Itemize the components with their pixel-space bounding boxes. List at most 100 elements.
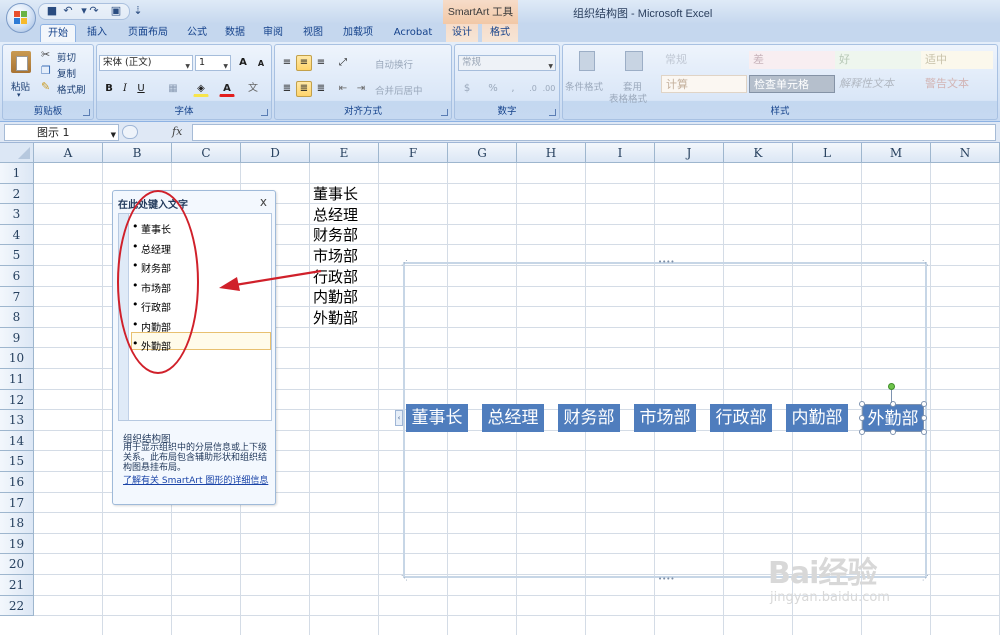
row-header-4[interactable]: 4 (0, 224, 34, 246)
cell-e2[interactable]: 董事长 (313, 184, 358, 204)
wrap-text-button[interactable]: 自动换行 (375, 57, 413, 71)
alignment-launcher-icon[interactable] (441, 109, 448, 116)
column-header-e[interactable]: E (310, 143, 379, 163)
resize-handle[interactable] (859, 415, 865, 421)
copy-button[interactable]: 复制 (57, 66, 76, 80)
smartart-node[interactable]: 董事长 (406, 404, 468, 432)
fill-color-icon[interactable]: ◈ (193, 81, 209, 97)
align-right-icon[interactable]: ≣ (313, 81, 329, 97)
column-header-f[interactable]: F (379, 143, 448, 163)
tab-insert[interactable]: 插入 (80, 24, 114, 42)
resize-handle[interactable] (921, 429, 927, 435)
row-header-19[interactable]: 19 (0, 533, 34, 555)
row-header-17[interactable]: 17 (0, 492, 34, 514)
office-button[interactable] (6, 3, 36, 33)
rotation-handle[interactable] (888, 383, 895, 390)
increase-decimal-icon[interactable]: .0 (525, 81, 541, 97)
smartart-node[interactable]: 行政部 (710, 404, 772, 432)
row-header-5[interactable]: 5 (0, 245, 34, 266)
comma-icon[interactable]: , (505, 81, 521, 97)
italic-button[interactable]: I (117, 81, 133, 97)
style-bad[interactable]: 差 (749, 51, 835, 69)
row-header-8[interactable]: 8 (0, 307, 34, 328)
row-header-7[interactable]: 7 (0, 286, 34, 308)
resize-handle[interactable] (890, 429, 896, 435)
format-painter-button[interactable]: 格式刷 (57, 82, 86, 96)
smartart-node[interactable]: 总经理 (482, 404, 544, 432)
row-header-10[interactable]: 10 (0, 348, 34, 369)
underline-button[interactable]: U (133, 81, 149, 97)
tab-design[interactable]: 设计 (446, 24, 478, 42)
column-header-h[interactable]: H (517, 143, 586, 163)
select-all-button[interactable] (0, 143, 34, 163)
undo-icon[interactable]: ↶ (62, 5, 74, 17)
smartart-node[interactable]: 财务部 (558, 404, 620, 432)
column-header-n[interactable]: N (931, 143, 1000, 163)
name-box[interactable]: 图示 1 ▼ (4, 124, 119, 141)
conditional-format-button[interactable]: 条件格式 (565, 49, 609, 101)
smartart-node[interactable]: 内勤部 (786, 404, 848, 432)
column-header-b[interactable]: B (103, 143, 172, 163)
align-top-icon[interactable]: ≡ (279, 55, 295, 71)
decrease-indent-icon[interactable]: ⇤ (335, 81, 351, 97)
resize-handle[interactable] (859, 429, 865, 435)
row-header-2[interactable]: 2 (0, 183, 34, 205)
row-header-15[interactable]: 15 (0, 451, 34, 472)
align-left-icon[interactable]: ≣ (279, 81, 295, 97)
formula-input[interactable] (192, 124, 996, 141)
column-header-c[interactable]: C (172, 143, 241, 163)
paste-button[interactable]: 粘贴 ▾ (7, 47, 35, 103)
format-as-table-button[interactable]: 套用 表格格式 (609, 49, 659, 105)
font-name-select[interactable]: 宋体 (正文) ▼ (99, 55, 193, 71)
row-header-20[interactable]: 20 (0, 554, 34, 575)
row-header-16[interactable]: 16 (0, 472, 34, 493)
column-header-k[interactable]: K (724, 143, 793, 163)
close-icon[interactable]: x (260, 195, 267, 209)
currency-icon[interactable]: $ (459, 81, 475, 97)
row-header-6[interactable]: 6 (0, 266, 34, 287)
tab-addins[interactable]: 加载项 (336, 24, 380, 42)
style-good[interactable]: 好 (835, 51, 921, 69)
align-center-icon[interactable]: ≣ (296, 81, 312, 97)
row-header-9[interactable]: 9 (0, 327, 34, 349)
frame-handle-bottom[interactable]: •••• (658, 575, 675, 583)
row-header-13[interactable]: 13 (0, 410, 34, 431)
cell-e5[interactable]: 市场部 (313, 246, 358, 266)
smartart-node[interactable]: 市场部 (634, 404, 696, 432)
tab-page-layout[interactable]: 页面布局 (120, 24, 176, 42)
align-bottom-icon[interactable]: ≡ (313, 55, 329, 71)
border-icon[interactable]: ▦ (165, 81, 181, 97)
tab-review[interactable]: 审阅 (256, 24, 290, 42)
orientation-icon[interactable]: ⤢ (335, 55, 351, 71)
smartart-node[interactable]: 外勤部 (862, 404, 924, 432)
cell-e8[interactable]: 外勤部 (313, 308, 358, 328)
style-check-cell[interactable]: 检查单元格 (749, 75, 835, 93)
align-middle-icon[interactable]: ≡ (296, 55, 312, 71)
column-header-l[interactable]: L (793, 143, 862, 163)
cell-e4[interactable]: 财务部 (313, 225, 358, 245)
print-preview-icon[interactable]: ▣ (110, 5, 122, 17)
style-neutral[interactable]: 适中 (921, 51, 993, 69)
frame-handle-bottom-left[interactable]: ⋱ (401, 574, 408, 582)
number-format-select[interactable]: 常规 ▼ (458, 55, 556, 71)
column-header-i[interactable]: I (586, 143, 655, 163)
text-pane-toggle-icon[interactable]: ‹ (395, 410, 403, 426)
row-header-18[interactable]: 18 (0, 513, 34, 534)
frame-handle-top-left[interactable]: ⋰ (401, 259, 408, 267)
tab-acrobat[interactable]: Acrobat (388, 24, 438, 42)
column-header-a[interactable]: A (34, 143, 103, 163)
increase-indent-icon[interactable]: ⇥ (353, 81, 369, 97)
shrink-font-button[interactable]: A (253, 56, 269, 72)
style-calculation[interactable]: 计算 (661, 75, 747, 93)
redo-icon[interactable]: ↷ (88, 5, 100, 17)
tab-view[interactable]: 视图 (296, 24, 330, 42)
frame-handle-top-right[interactable]: ⋱ (922, 259, 929, 267)
font-size-select[interactable]: 1 ▼ (195, 55, 231, 71)
style-warning[interactable]: 警告文本 (921, 75, 993, 93)
clipboard-launcher-icon[interactable] (83, 109, 90, 116)
style-explanatory[interactable]: 解释性文本 (835, 75, 921, 93)
row-header-3[interactable]: 3 (0, 204, 34, 225)
tab-formulas[interactable]: 公式 (180, 24, 214, 42)
row-header-11[interactable]: 11 (0, 369, 34, 390)
style-normal[interactable]: 常规 (661, 51, 747, 69)
